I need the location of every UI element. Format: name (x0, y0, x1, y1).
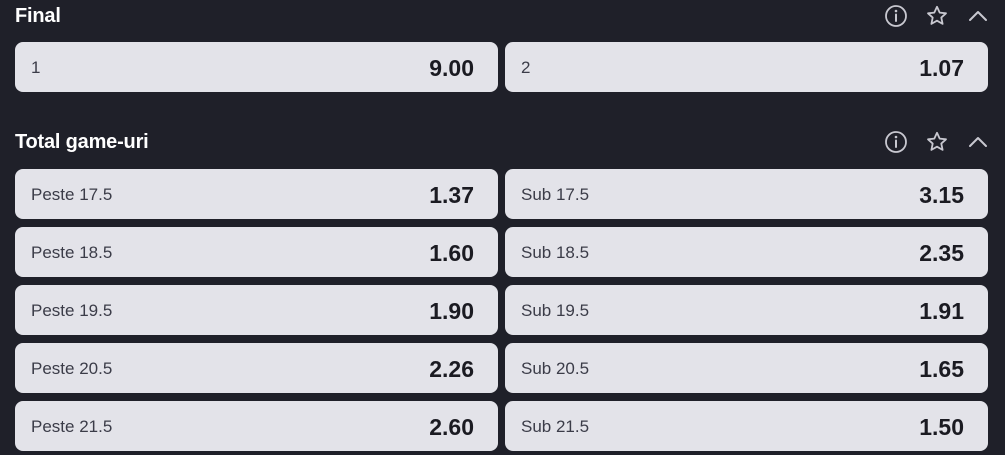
chevron-up-icon[interactable] (966, 4, 990, 28)
info-icon[interactable] (884, 130, 908, 154)
odd-label: Peste 20.5 (31, 359, 113, 378)
odd-button[interactable]: Sub 21.5 1.50 (505, 401, 988, 451)
odd-value: 2.60 (429, 414, 474, 440)
odd-value: 1.37 (429, 182, 474, 208)
odd-value: 9.00 (429, 55, 474, 81)
odd-label: Sub 20.5 (521, 359, 590, 378)
odd-value: 1.90 (429, 298, 474, 324)
odd-button[interactable]: Sub 17.5 3.15 (505, 169, 988, 219)
odd-value: 1.91 (919, 298, 964, 324)
section-header-final: Final (0, 0, 1005, 32)
odd-value: 1.07 (919, 55, 964, 81)
odd-label: 2 (521, 58, 531, 77)
odd-button[interactable]: Sub 18.5 2.35 (505, 227, 988, 277)
info-icon[interactable] (884, 4, 908, 28)
section-title: Total game-uri (15, 131, 149, 153)
odd-button[interactable]: Sub 20.5 1.65 (505, 343, 988, 393)
odd-label: Peste 19.5 (31, 301, 113, 320)
odd-label: Sub 18.5 (521, 243, 590, 262)
odd-button[interactable]: Sub 19.5 1.91 (505, 285, 988, 335)
odd-button[interactable]: 1 9.00 (15, 42, 498, 92)
odd-label: 1 (31, 58, 41, 77)
section-title: Final (15, 5, 61, 27)
odd-value: 1.50 (919, 414, 964, 440)
odd-button[interactable]: Peste 21.5 2.60 (15, 401, 498, 451)
odd-value: 2.26 (429, 356, 474, 382)
odd-label: Peste 17.5 (31, 185, 113, 204)
star-icon[interactable] (925, 4, 949, 28)
odd-value: 3.15 (919, 182, 964, 208)
odd-label: Sub 19.5 (521, 301, 590, 320)
odd-button[interactable]: 2 1.07 (505, 42, 988, 92)
star-icon[interactable] (925, 130, 949, 154)
odd-button[interactable]: Peste 17.5 1.37 (15, 169, 498, 219)
section-header-total-games: Total game-uri (0, 126, 1005, 158)
odd-value: 1.60 (429, 240, 474, 266)
odd-button[interactable]: Peste 19.5 1.90 (15, 285, 498, 335)
odd-label: Peste 21.5 (31, 417, 113, 436)
odd-button[interactable]: Peste 18.5 1.60 (15, 227, 498, 277)
chevron-up-icon[interactable] (966, 130, 990, 154)
odd-value: 1.65 (919, 356, 964, 382)
odd-label: Sub 21.5 (521, 417, 590, 436)
odd-value: 2.35 (919, 240, 964, 266)
odd-label: Peste 18.5 (31, 243, 113, 262)
odd-button[interactable]: Peste 20.5 2.26 (15, 343, 498, 393)
odd-label: Sub 17.5 (521, 185, 590, 204)
